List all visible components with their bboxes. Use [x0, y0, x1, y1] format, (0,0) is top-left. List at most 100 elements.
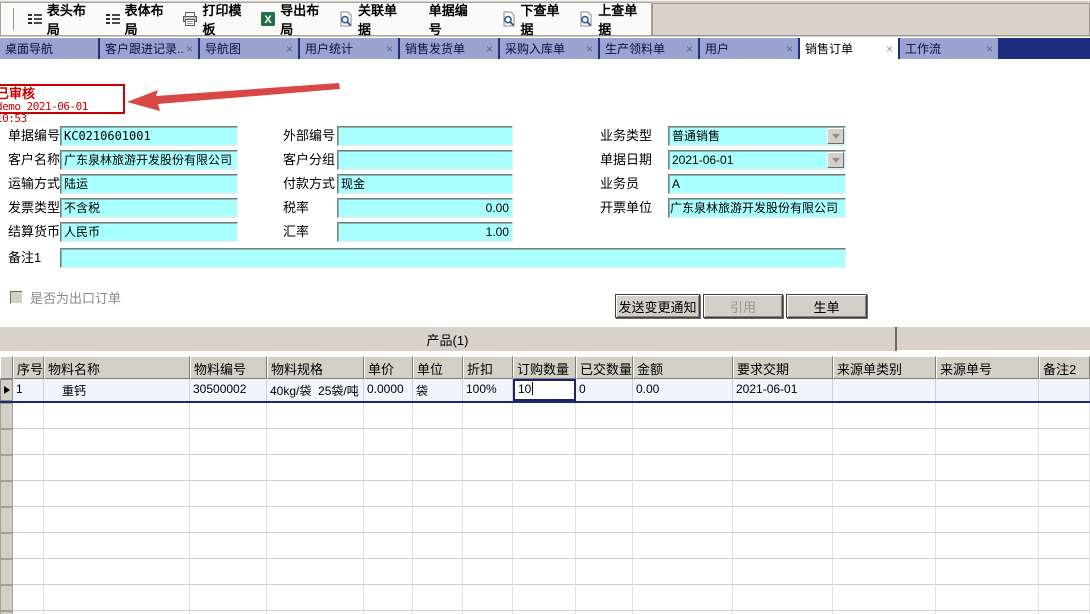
- column-header[interactable]: 单位: [413, 356, 463, 379]
- chevron-down-icon[interactable]: [827, 128, 844, 144]
- empty-cell: [1039, 507, 1090, 533]
- chevron-down-icon[interactable]: [827, 152, 844, 168]
- tab-products[interactable]: 产品(1): [0, 327, 897, 351]
- print-template-button[interactable]: 打印模板: [177, 0, 255, 41]
- column-header[interactable]: 物料名称: [44, 356, 190, 379]
- salesman-field[interactable]: A: [668, 174, 846, 194]
- cell-spec[interactable]: 40kg/袋 25袋/吨: [267, 379, 364, 401]
- column-header[interactable]: 折扣: [463, 356, 513, 379]
- remark1-field[interactable]: [60, 248, 846, 268]
- close-icon[interactable]: ×: [386, 43, 393, 55]
- tab-sales-order[interactable]: 销售订单×: [800, 38, 900, 59]
- empty-cell: [190, 429, 267, 455]
- export-order-row: 是否为出口订单: [10, 288, 121, 307]
- cell-unit[interactable]: 袋: [413, 379, 463, 401]
- business-type-select[interactable]: 普通销售: [668, 126, 846, 146]
- tab-sales-delivery[interactable]: 销售发货单×: [400, 38, 500, 59]
- column-header[interactable]: 备注2: [1039, 356, 1090, 379]
- cell-material-no[interactable]: 30500002: [190, 379, 267, 401]
- export-layout-button[interactable]: X 导出布局: [255, 0, 333, 41]
- cell-required-date[interactable]: 2021-06-01: [733, 379, 833, 401]
- customer-name-field[interactable]: 广东泉林旅游开发股份有限公司: [60, 150, 238, 170]
- close-icon[interactable]: ×: [686, 43, 693, 55]
- tab-nav-map[interactable]: 导航图×: [200, 38, 300, 59]
- customer-group-field[interactable]: [337, 150, 513, 170]
- empty-cell: [190, 585, 267, 611]
- body-layout-button[interactable]: 表体布局: [100, 0, 178, 41]
- table-row[interactable]: 1 重钙 30500002 40kg/袋 25袋/吨 0.0000 袋 100%…: [0, 379, 1090, 403]
- empty-grid-row[interactable]: [0, 455, 1090, 481]
- related-docs-button[interactable]: 关联单据: [333, 0, 411, 41]
- column-header[interactable]: 物料规格: [267, 356, 364, 379]
- cell-unit-price[interactable]: 0.0000: [364, 379, 413, 401]
- empty-cell: [413, 533, 463, 559]
- empty-grid-row[interactable]: [0, 481, 1090, 507]
- empty-cell: [190, 559, 267, 585]
- cell-remark2[interactable]: [1039, 379, 1090, 401]
- drill-down-button[interactable]: 下查单据: [496, 0, 574, 41]
- empty-cell: [44, 481, 190, 507]
- cell-discount[interactable]: 100%: [463, 379, 513, 401]
- column-header[interactable]: 物料编号: [190, 356, 267, 379]
- column-header[interactable]: 要求交期: [733, 356, 833, 379]
- doc-date-select[interactable]: 2021-06-01: [668, 150, 846, 170]
- empty-grid-row[interactable]: [0, 559, 1090, 585]
- cell-seq[interactable]: 1: [13, 379, 44, 401]
- tab-purchase-inbound[interactable]: 采购入库单×: [500, 38, 600, 59]
- tab-desktop-nav[interactable]: 桌面导航: [0, 38, 100, 59]
- cell-source-type[interactable]: [833, 379, 936, 401]
- empty-cell: [513, 481, 576, 507]
- settle-currency-field[interactable]: 人民币: [60, 222, 238, 242]
- close-icon[interactable]: ×: [286, 43, 293, 55]
- tab-production-picking[interactable]: 生产领料单×: [600, 38, 700, 59]
- close-icon[interactable]: ×: [586, 43, 593, 55]
- empty-cell: [413, 403, 463, 429]
- tab-workflow[interactable]: 工作流×: [900, 38, 1000, 59]
- empty-grid-row[interactable]: [0, 403, 1090, 429]
- quote-button[interactable]: 引用: [703, 294, 783, 318]
- column-header[interactable]: 单价: [364, 356, 413, 379]
- billing-unit-field[interactable]: 广东泉林旅游开发股份有限公司: [668, 198, 846, 218]
- invoice-type-field[interactable]: 不含税: [60, 198, 238, 218]
- export-order-checkbox[interactable]: [10, 291, 23, 304]
- header-layout-button[interactable]: 表头布局: [22, 0, 100, 41]
- payment-method-field[interactable]: 现金: [337, 174, 513, 194]
- external-no-field[interactable]: [337, 126, 513, 146]
- close-icon[interactable]: ×: [886, 43, 893, 55]
- empty-cell: [267, 559, 364, 585]
- column-header[interactable]: 来源单类别: [833, 356, 936, 379]
- tab-users[interactable]: 用户×: [700, 38, 800, 59]
- cell-delivered-qty[interactable]: 0: [576, 379, 633, 401]
- cell-amount[interactable]: 0.00: [633, 379, 733, 401]
- tab-user-stats[interactable]: 用户统计×: [300, 38, 400, 59]
- doc-number-button[interactable]: 单据编号: [411, 0, 496, 41]
- column-header[interactable]: 来源单号: [936, 356, 1039, 379]
- close-icon[interactable]: ×: [186, 43, 193, 55]
- generate-doc-button[interactable]: 生单: [786, 294, 867, 318]
- transport-mode-field[interactable]: 陆运: [60, 174, 238, 194]
- empty-grid-row[interactable]: [0, 429, 1090, 455]
- tab-customer-followup[interactable]: 客户跟进记录..×: [100, 38, 200, 59]
- empty-cell: [936, 533, 1039, 559]
- send-change-notice-button[interactable]: 发送变更通知: [615, 294, 700, 318]
- empty-grid-row[interactable]: [0, 533, 1090, 559]
- cell-material-name[interactable]: 重钙: [44, 379, 190, 401]
- tax-rate-field[interactable]: 0.00: [337, 198, 513, 218]
- empty-grid-row[interactable]: [0, 507, 1090, 533]
- column-header[interactable]: 序号: [13, 356, 44, 379]
- doc-no-field[interactable]: KC0210601001: [60, 126, 238, 146]
- close-icon[interactable]: ×: [986, 43, 993, 55]
- column-header[interactable]: 金额: [633, 356, 733, 379]
- drill-up-button[interactable]: 上查单据: [573, 0, 651, 41]
- exchange-rate-field[interactable]: 1.00: [337, 222, 513, 242]
- empty-cell: [413, 507, 463, 533]
- column-header[interactable]: 订购数量: [513, 356, 576, 379]
- cell-source-no[interactable]: [936, 379, 1039, 401]
- empty-cell: [633, 507, 733, 533]
- column-header[interactable]: 已交数量: [576, 356, 633, 379]
- empty-grid-row[interactable]: [0, 585, 1090, 611]
- empty-cell: [190, 481, 267, 507]
- close-icon[interactable]: ×: [486, 43, 493, 55]
- close-icon[interactable]: ×: [786, 43, 793, 55]
- order-qty-edit-cell[interactable]: 10: [513, 379, 576, 401]
